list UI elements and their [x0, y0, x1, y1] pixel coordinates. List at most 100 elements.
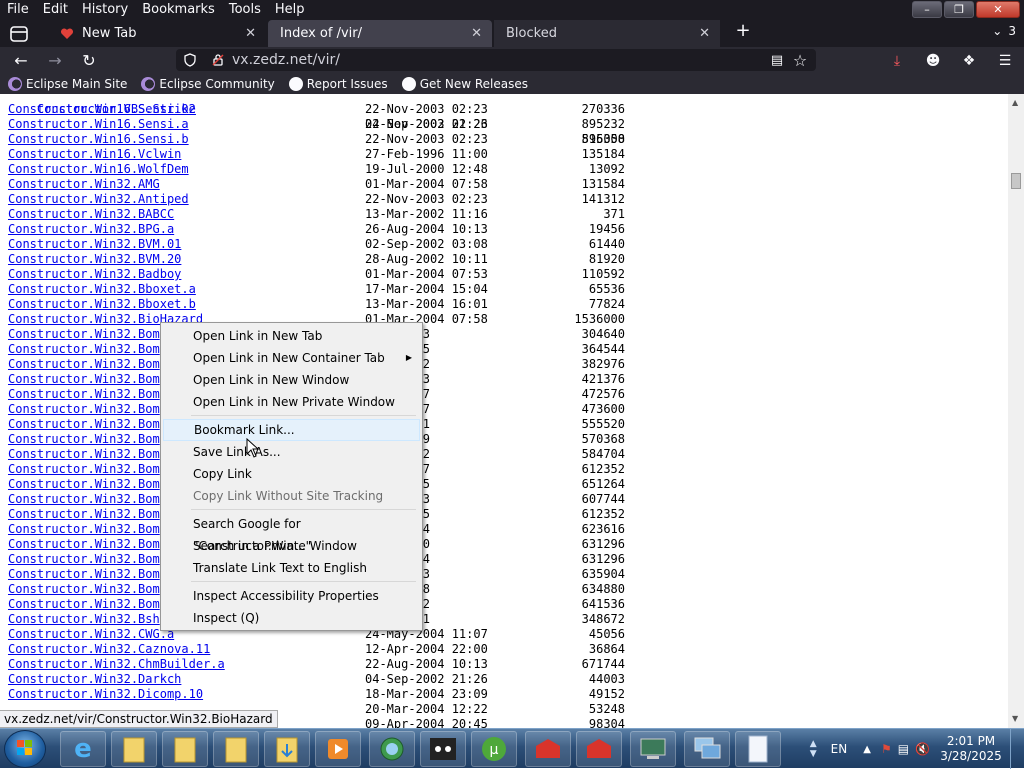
file-link[interactable]: Constructor.Win32.Bom: [8, 537, 160, 551]
taskbar-app-red-icon[interactable]: [576, 731, 622, 767]
taskbar-utorrent-icon[interactable]: µ: [471, 731, 517, 767]
taskbar-folder-icon[interactable]: [162, 731, 208, 767]
show-desktop-button[interactable]: [1010, 729, 1024, 769]
file-link[interactable]: Constructor.Win32.Bboxet.a: [8, 282, 196, 296]
tray-flag-icon[interactable]: ⚑: [881, 742, 892, 756]
menu-item-search-google-for-constructor-win[interactable]: Search Google for "Constructor.Win...": [163, 513, 420, 553]
file-link[interactable]: Constructor.Win32.ChmBuilder.a: [8, 657, 225, 671]
maximize-button[interactable]: ❐: [944, 1, 974, 18]
file-link[interactable]: Constructor.Win32.BABCC: [8, 207, 174, 221]
file-link[interactable]: Constructor.Win32.BPG.a: [8, 222, 174, 236]
taskbar-folder-icon[interactable]: [111, 731, 157, 767]
taskbar-media-icon[interactable]: [315, 731, 361, 767]
tray-scroll-arrow-icon[interactable]: ▲ ▼: [810, 739, 817, 759]
taskbar-document-icon[interactable]: [735, 731, 781, 767]
file-link[interactable]: Constructor.Win32.Caznova.11: [8, 642, 210, 656]
file-link[interactable]: Constructor.Win32.Dicomp.10: [8, 687, 203, 701]
menu-item-search-in-a-private-window[interactable]: Search in a Private Window: [163, 535, 420, 557]
list-all-tabs[interactable]: ⌄ 3: [992, 24, 1016, 38]
language-indicator[interactable]: EN: [831, 742, 848, 756]
file-link[interactable]: Constructor.Win32.Bom: [8, 477, 160, 491]
file-link[interactable]: Constructor.Win16.WolfDem: [8, 162, 189, 176]
url-bar[interactable]: vx.zedz.net/vir/: [176, 49, 816, 71]
file-link[interactable]: Constructor.Win32.Bom: [8, 402, 160, 416]
file-link[interactable]: Constructor.Win32.Bom: [8, 357, 160, 371]
tab-blocked[interactable]: Blocked ✕: [494, 20, 720, 47]
file-link[interactable]: Constructor.Win32.Bom: [8, 492, 160, 506]
file-link[interactable]: Constructor.Win32.CWG.a: [8, 627, 174, 641]
menu-item-open-link-in-new-private-window[interactable]: Open Link in New Private Window: [163, 391, 420, 413]
file-link[interactable]: Constructor.Win16.Sensi.02: [8, 102, 196, 116]
menu-tools[interactable]: Tools: [222, 0, 268, 20]
minimize-button[interactable]: –: [912, 1, 942, 18]
scroll-down-arrow-icon[interactable]: ▼: [1012, 714, 1018, 723]
menu-item-save-link-as[interactable]: Save Link As...: [163, 441, 420, 463]
tray-network-icon[interactable]: ▤: [898, 742, 909, 756]
vertical-scrollbar[interactable]: ▲ ▼: [1008, 94, 1024, 728]
menu-item-open-link-in-new-tab[interactable]: Open Link in New Tab: [163, 325, 420, 347]
menu-item-bookmark-link[interactable]: Bookmark Link...: [163, 419, 420, 441]
file-link[interactable]: Constructor.Win32.Bom: [8, 387, 160, 401]
file-link[interactable]: Constructor.Win32.Bsh: [8, 612, 160, 626]
bookmark-star-icon[interactable]: ☆: [789, 50, 811, 72]
taskbar-app-red-icon[interactable]: [525, 731, 571, 767]
menu-item-translate-link-text-to-english[interactable]: Translate Link Text to English: [163, 557, 420, 579]
close-window-button[interactable]: ✕: [976, 1, 1020, 18]
file-link[interactable]: Constructor.Win32.Bom: [8, 327, 160, 341]
file-link[interactable]: Constructor.Win16.Sensi.a: [8, 117, 189, 131]
close-tab-icon[interactable]: ✕: [699, 26, 710, 41]
taskbar-remote-desktop-icon[interactable]: [684, 731, 730, 767]
close-tab-icon[interactable]: ✕: [471, 26, 482, 41]
menu-history[interactable]: History: [75, 0, 135, 20]
taskbar-cat-icon[interactable]: [420, 731, 466, 767]
file-link[interactable]: Constructor.Win32.Antiped: [8, 192, 189, 206]
menu-help[interactable]: Help: [268, 0, 312, 20]
file-link[interactable]: Constructor.Win32.Bom: [8, 342, 160, 356]
taskbar-ie-icon[interactable]: e: [60, 731, 106, 767]
taskbar-monitor-icon[interactable]: [630, 731, 676, 767]
file-link[interactable]: Constructor.Win32.Bom: [8, 372, 160, 386]
insecure-lock-icon[interactable]: [210, 52, 226, 68]
bookmark-report-issues[interactable]: Report Issues: [288, 76, 388, 91]
menu-file[interactable]: File: [0, 0, 36, 20]
menu-item-open-link-in-new-container-tab[interactable]: Open Link in New Container Tab ▶: [163, 347, 420, 369]
reader-view-icon[interactable]: ▤: [766, 50, 788, 72]
file-link[interactable]: Constructor.Win32.BVM.20: [8, 252, 181, 266]
file-link[interactable]: Constructor.Win16.Vclwin: [8, 147, 181, 161]
show-hidden-icons-icon[interactable]: ▲: [863, 744, 871, 755]
extensions-icon[interactable]: ❖: [958, 50, 980, 72]
menu-item-inspect-q[interactable]: Inspect (Q): [163, 607, 420, 629]
file-link[interactable]: Constructor.Win32.Bom: [8, 447, 160, 461]
bookmark-eclipse-main-site[interactable]: Eclipse Main Site: [8, 76, 127, 91]
tab-new-tab[interactable]: New Tab ✕: [48, 20, 266, 47]
tray-volume-muted-icon[interactable]: 🔇: [915, 742, 930, 756]
downloads-icon[interactable]: ⤓: [886, 50, 908, 72]
file-link[interactable]: Constructor.Win32.Bom: [8, 432, 160, 446]
menu-item-copy-link[interactable]: Copy Link: [163, 463, 420, 485]
tab-index-vir[interactable]: Index of /vir/ ✕: [268, 20, 492, 47]
menu-icon[interactable]: ☰: [994, 50, 1016, 72]
file-link[interactable]: Constructor.Win32.Bom: [8, 522, 160, 536]
menu-edit[interactable]: Edit: [36, 0, 75, 20]
menu-bookmarks[interactable]: Bookmarks: [135, 0, 222, 20]
bookmark-eclipse-community[interactable]: Eclipse Community: [141, 76, 275, 91]
start-button[interactable]: [4, 730, 46, 768]
file-link[interactable]: Constructor.Win32.Bom: [8, 552, 160, 566]
menu-item-open-link-in-new-window[interactable]: Open Link in New Window: [163, 369, 420, 391]
bookmark-get-new-releases[interactable]: Get New Releases: [401, 76, 528, 91]
account-icon[interactable]: ☻: [922, 50, 944, 72]
back-button[interactable]: ←: [10, 50, 32, 72]
forward-button[interactable]: →: [44, 50, 66, 72]
file-link[interactable]: Constructor.Win32.BVM.01: [8, 237, 181, 251]
file-link[interactable]: Constructor.Win32.Bom: [8, 582, 160, 596]
file-link[interactable]: Constructor.Win32.Bom: [8, 597, 160, 611]
file-link[interactable]: Constructor.Win32.AMG: [8, 177, 160, 191]
clock[interactable]: 2:01 PM 3/28/2025: [936, 734, 1006, 764]
taskbar-network-icon[interactable]: [369, 731, 415, 767]
file-link[interactable]: Constructor.Win32.Bom: [8, 567, 160, 581]
file-link[interactable]: Constructor.Win32.Bom: [8, 417, 160, 431]
new-tab-button[interactable]: +: [733, 22, 753, 40]
file-link[interactable]: Constructor.Win16.Sensi.b: [8, 132, 189, 146]
file-link[interactable]: Constructor.Win32.Bom: [8, 462, 160, 476]
scroll-up-arrow-icon[interactable]: ▲: [1012, 98, 1018, 107]
